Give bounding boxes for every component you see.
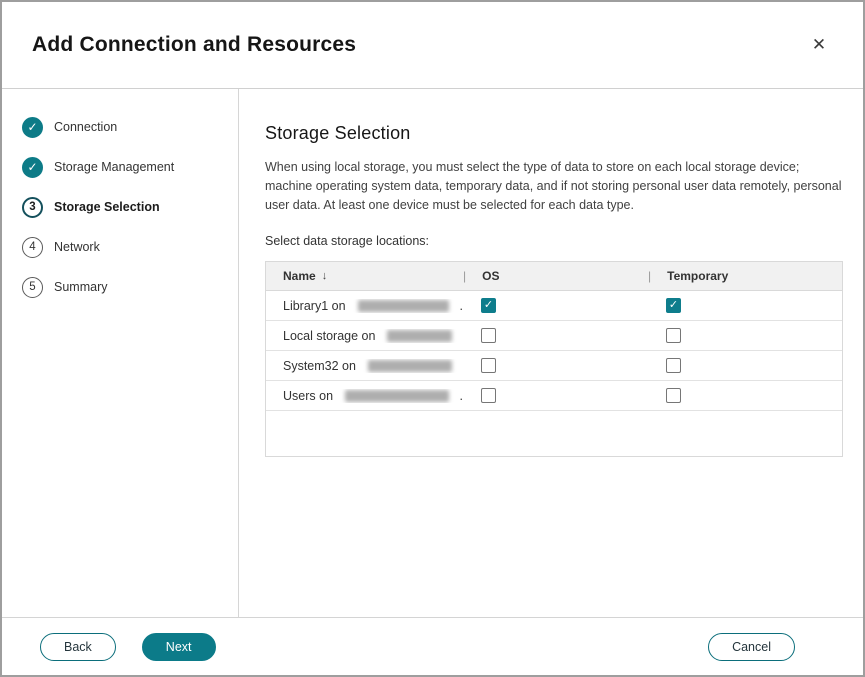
step-number-badge: 5 [22,277,43,298]
close-icon: ✕ [812,35,826,55]
wizard-step-connection[interactable]: Connection [2,107,238,147]
wizard-step-storage-selection[interactable]: 3 Storage Selection [2,187,238,227]
os-checkbox[interactable] [481,358,496,373]
temporary-checkbox[interactable] [666,388,681,403]
table-row[interactable]: System32 on [266,351,842,381]
redacted-server-name [345,390,448,402]
back-button[interactable]: Back [40,633,116,661]
column-header-temporary: | Temporary [648,269,842,283]
storage-name: Library1 on. [266,299,463,313]
check-icon [22,117,43,138]
add-connection-resources-dialog: Add Connection and Resources ✕ Connectio… [0,0,865,677]
dialog-title: Add Connection and Resources [32,33,356,57]
cancel-button[interactable]: Cancel [708,633,795,661]
wizard-steps-sidebar: Connection Storage Management 3 Storage … [2,89,239,617]
temporary-checkbox[interactable] [666,328,681,343]
step-label: Storage Selection [54,200,160,214]
table-header-row: Name ↓ | OS | Temporary [266,262,842,291]
step-label: Network [54,240,100,254]
temporary-checkbox[interactable] [666,298,681,313]
dialog-footer: Back Next Cancel [2,617,863,675]
storage-name: Users on. [266,389,463,403]
wizard-step-storage-management[interactable]: Storage Management [2,147,238,187]
wizard-step-summary[interactable]: 5 Summary [2,267,238,307]
os-checkbox[interactable] [481,388,496,403]
redacted-server-name [368,360,452,372]
sort-descending-icon: ↓ [322,270,328,282]
dialog-header: Add Connection and Resources ✕ [2,2,863,89]
check-icon [22,157,43,178]
os-checkbox[interactable] [481,298,496,313]
redacted-server-name [358,300,449,312]
wizard-body: Connection Storage Management 3 Storage … [2,89,863,617]
step-label: Summary [54,280,107,294]
section-description: When using local storage, you must selec… [265,158,843,214]
column-separator: | [463,269,466,283]
column-separator: | [648,269,651,283]
step-number-badge: 3 [22,197,43,218]
storage-name: Local storage on [266,329,463,343]
step-label: Storage Management [54,160,174,174]
os-checkbox[interactable] [481,328,496,343]
column-header-name[interactable]: Name ↓ [266,269,463,283]
table-row[interactable]: Users on. [266,381,842,411]
redacted-server-name [387,330,452,342]
wizard-step-network[interactable]: 4 Network [2,227,238,267]
table-row[interactable]: Library1 on. [266,291,842,321]
storage-name: System32 on [266,359,463,373]
step-label: Connection [54,120,117,134]
column-header-os: | OS [463,269,648,283]
next-button[interactable]: Next [142,633,216,661]
select-locations-label: Select data storage locations: [265,234,843,248]
section-title: Storage Selection [265,123,843,144]
close-button[interactable]: ✕ [805,31,833,59]
storage-selection-panel: Storage Selection When using local stora… [239,89,863,617]
step-number-badge: 4 [22,237,43,258]
temporary-checkbox[interactable] [666,358,681,373]
storage-locations-table: Name ↓ | OS | Temporary Library1 o [265,261,843,457]
table-row[interactable]: Local storage on [266,321,842,351]
